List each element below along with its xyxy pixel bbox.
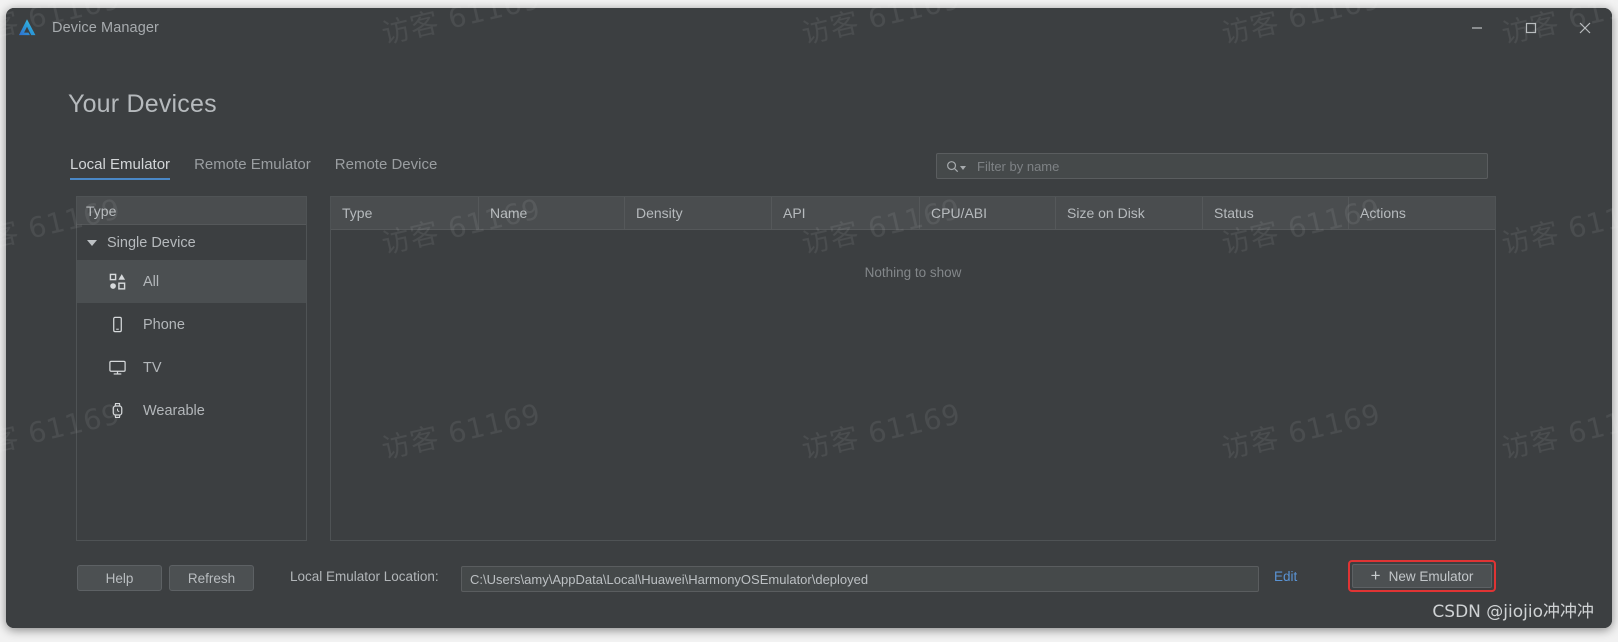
type-panel-header-label: Type bbox=[86, 202, 117, 219]
device-manager-window: Device Manager Your Devices Local Emulat… bbox=[6, 8, 1612, 628]
tab-remote-device[interactable]: Remote Device bbox=[335, 156, 438, 180]
column-header-cpu-abi[interactable]: CPU/ABI bbox=[920, 197, 1056, 229]
shapes-icon bbox=[107, 272, 127, 292]
phone-icon bbox=[107, 315, 127, 335]
new-emulator-label: New Emulator bbox=[1388, 568, 1474, 584]
type-panel-header: Type bbox=[77, 197, 306, 225]
empty-state-message: Nothing to show bbox=[864, 265, 962, 280]
column-header-api[interactable]: API bbox=[772, 197, 920, 229]
sidebar-item-wearable[interactable]: Wearable bbox=[77, 389, 306, 432]
edit-link[interactable]: Edit bbox=[1274, 569, 1297, 584]
type-group-single-device[interactable]: Single Device bbox=[77, 225, 306, 260]
column-header-actions[interactable]: Actions bbox=[1349, 197, 1495, 229]
minimize-icon[interactable] bbox=[1450, 8, 1504, 48]
deveco-logo-icon bbox=[18, 19, 36, 36]
sidebar-item-phone-label: Phone bbox=[143, 316, 185, 333]
column-header-type[interactable]: Type bbox=[331, 197, 479, 229]
sidebar-item-all[interactable]: All bbox=[77, 260, 306, 303]
window-content: Your Devices Local Emulator Remote Emula… bbox=[6, 48, 1612, 628]
column-header-status[interactable]: Status bbox=[1203, 197, 1349, 229]
sidebar-item-tv[interactable]: TV bbox=[77, 346, 306, 389]
plus-icon: + bbox=[1370, 566, 1381, 585]
type-group-label: Single Device bbox=[107, 234, 196, 251]
help-button[interactable]: Help bbox=[77, 565, 162, 591]
tab-local-emulator[interactable]: Local Emulator bbox=[70, 156, 171, 180]
triangle-down-icon[interactable] bbox=[87, 239, 97, 246]
sidebar-item-all-label: All bbox=[143, 273, 160, 290]
table-header-row: Type Name Density API CPU/ABI Size on Di… bbox=[331, 197, 1495, 230]
csdn-credit-watermark: CSDN @jiojio冲冲冲 bbox=[1432, 602, 1594, 622]
close-icon[interactable] bbox=[1558, 8, 1612, 48]
devices-table: Type Name Density API CPU/ABI Size on Di… bbox=[330, 196, 1496, 541]
column-header-name[interactable]: Name bbox=[479, 197, 625, 229]
local-emulator-location-label: Local Emulator Location: bbox=[290, 569, 439, 584]
search-icon[interactable] bbox=[946, 160, 966, 173]
local-emulator-location-value[interactable]: C:\Users\amy\AppData\Local\Huawei\Harmon… bbox=[470, 572, 868, 587]
tab-bar: Local Emulator Remote Emulator Remote De… bbox=[70, 156, 437, 180]
search-input[interactable]: Filter by name bbox=[977, 159, 1059, 174]
type-filter-panel: Type Single Device All Phone TV Wearable bbox=[76, 196, 307, 541]
watch-icon bbox=[107, 401, 127, 421]
column-header-density[interactable]: Density bbox=[625, 197, 772, 229]
new-emulator-button[interactable]: + New Emulator bbox=[1352, 564, 1492, 588]
filter-search-box[interactable]: Filter by name bbox=[936, 153, 1488, 179]
title-bar: Device Manager bbox=[6, 8, 1612, 48]
tv-icon bbox=[107, 358, 127, 378]
sidebar-item-tv-label: TV bbox=[143, 359, 162, 376]
screenshot-root: Device Manager Your Devices Local Emulat… bbox=[0, 0, 1618, 642]
tab-remote-emulator[interactable]: Remote Emulator bbox=[194, 156, 311, 180]
refresh-button[interactable]: Refresh bbox=[169, 565, 254, 591]
sidebar-item-wearable-label: Wearable bbox=[143, 402, 205, 419]
window-title: Device Manager bbox=[52, 20, 159, 36]
chevron-down-icon[interactable] bbox=[960, 166, 966, 170]
table-body: Nothing to show bbox=[331, 230, 1495, 540]
page-title: Your Devices bbox=[68, 90, 217, 118]
column-header-size-on-disk[interactable]: Size on Disk bbox=[1056, 197, 1203, 229]
new-emulator-highlight: + New Emulator bbox=[1348, 560, 1496, 592]
maximize-icon[interactable] bbox=[1504, 8, 1558, 48]
window-controls bbox=[1450, 8, 1612, 48]
local-emulator-location-field[interactable]: C:\Users\amy\AppData\Local\Huawei\Harmon… bbox=[461, 566, 1259, 592]
sidebar-item-phone[interactable]: Phone bbox=[77, 303, 306, 346]
